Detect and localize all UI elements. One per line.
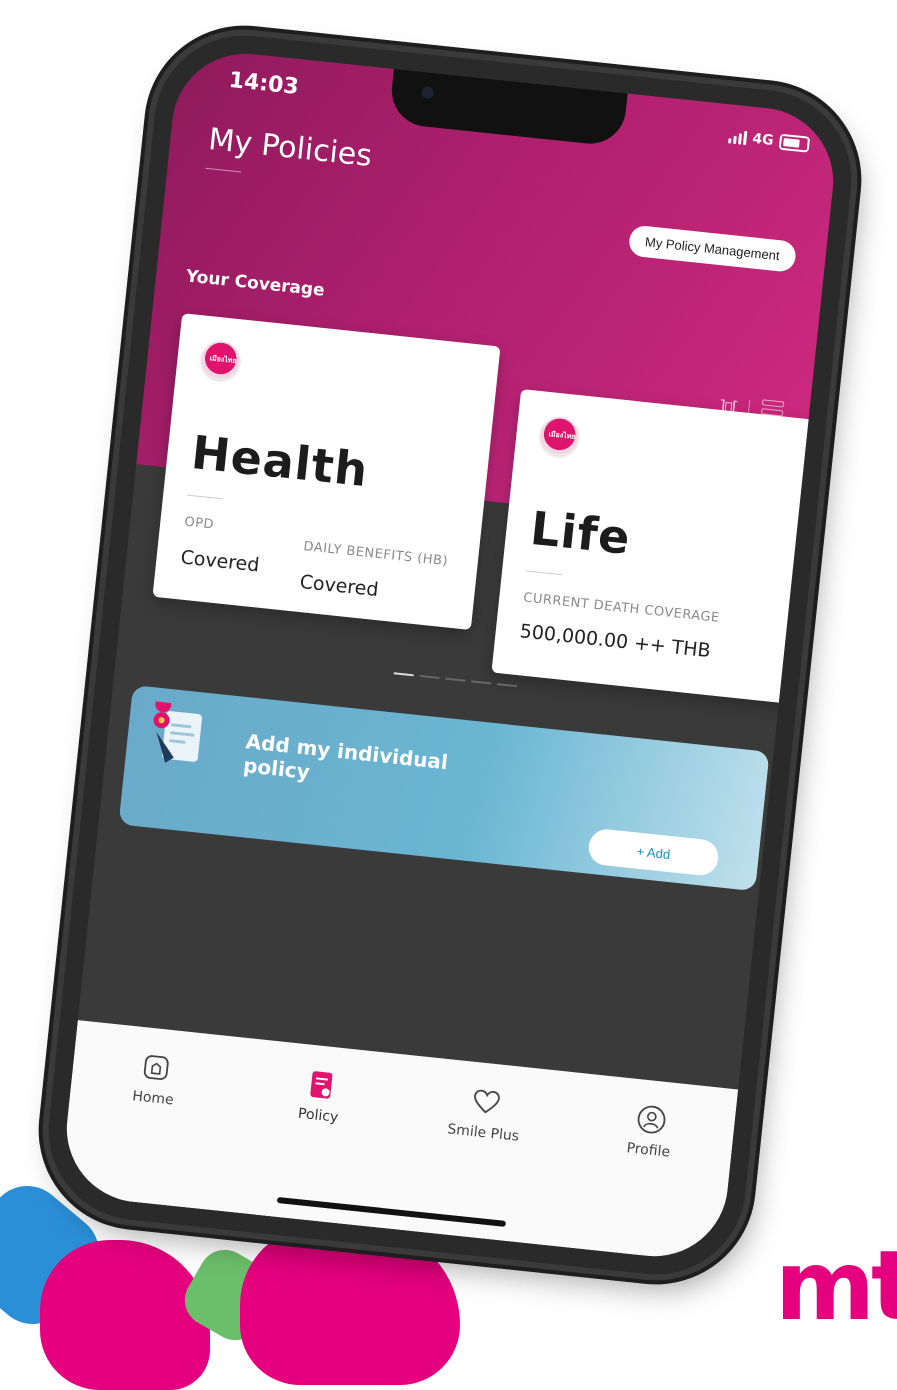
card-divider (526, 570, 563, 576)
field-value-daily-benefits: Covered (298, 570, 380, 602)
home-icon (140, 1051, 173, 1084)
add-policy-button[interactable]: + Add (586, 827, 721, 878)
pagination-dot[interactable] (497, 683, 518, 688)
field-value-opd: Covered (179, 546, 261, 577)
add-policy-banner: Add my individual policy + Add (118, 685, 770, 892)
field-label-death-coverage: CURRENT DEATH COVERAGE (522, 590, 721, 626)
app-screen: 14:03 4G My Policies My Policy Managemen… (59, 46, 841, 1264)
bottom-tab-bar: Home Policy Smile Plus Profile (59, 1020, 739, 1264)
policy-card-health[interactable]: เมืองไทย Health OPD Covered DAILY BENEFI… (152, 313, 501, 631)
field-label-daily-benefits: DAILY BENEFITS (HB) (302, 539, 449, 570)
carousel-pagination (393, 672, 518, 688)
pagination-dot[interactable] (419, 674, 440, 680)
tab-profile[interactable]: Profile (578, 1098, 713, 1261)
tab-label: Policy (297, 1105, 339, 1126)
profile-icon (635, 1103, 668, 1136)
network-type: 4G (751, 130, 775, 149)
pagination-dot[interactable] (445, 677, 466, 682)
policy-type-title: Life (527, 500, 634, 566)
phone-frame: 14:03 4G My Policies My Policy Managemen… (39, 26, 861, 1284)
signal-icon (727, 129, 748, 146)
add-policy-text: Add my individual policy (242, 729, 450, 784)
field-value-death-coverage: 500,000.00 ++ THB (518, 620, 712, 663)
tab-label: Profile (625, 1140, 671, 1161)
tab-home[interactable]: Home (82, 1046, 217, 1209)
field-label-opd: OPD (183, 514, 215, 533)
insurer-logo-icon: เมืองไทย (538, 415, 581, 458)
pagination-dot[interactable] (393, 672, 414, 677)
heart-icon (470, 1086, 503, 1119)
insurer-logo-icon: เมืองไทย (199, 339, 242, 382)
document-pin-icon (153, 700, 203, 763)
pagination-dot[interactable] (471, 680, 492, 685)
card-divider (187, 494, 224, 500)
policy-icon (305, 1068, 338, 1101)
tab-label: Home (131, 1088, 175, 1109)
policy-card-life[interactable]: เมืองไทย Life CURRENT DEATH COVERAGE 500… (491, 388, 820, 704)
battery-icon (778, 133, 811, 153)
brand-blob-pink (40, 1240, 210, 1390)
policy-type-title: Health (188, 425, 371, 498)
tab-label: Smile Plus (446, 1121, 520, 1145)
